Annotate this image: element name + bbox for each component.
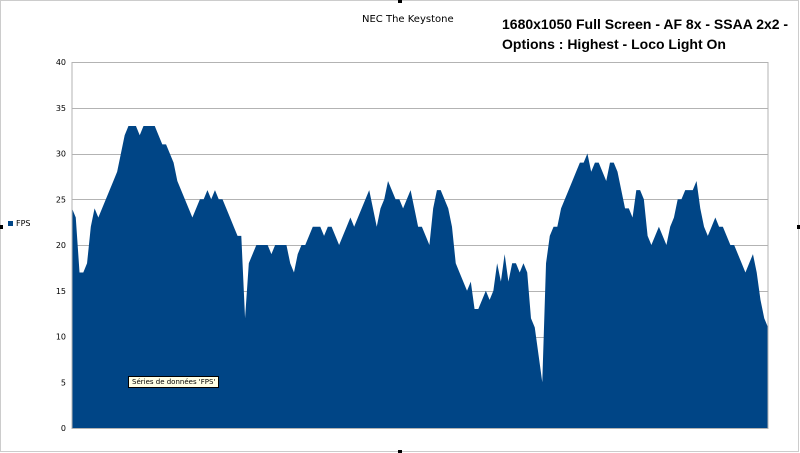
legend[interactable]: FPS [8, 219, 31, 228]
y-axis-ticks: 0 5 10 15 20 25 30 35 40 [56, 58, 66, 433]
y-tick-label-30: 30 [56, 150, 66, 159]
chart-handle-left[interactable] [0, 225, 3, 229]
y-tick-label-35: 35 [56, 104, 66, 113]
y-tick-label-40: 40 [56, 58, 66, 67]
fps-chart: 0 5 10 15 20 25 30 35 40 [0, 0, 800, 453]
y-tick-label-25: 25 [56, 195, 66, 204]
annotation-line-1: 1680x1050 Full Screen - AF 8x - SSAA 2x2… [502, 16, 789, 32]
chart-annotation: 1680x1050 Full Screen - AF 8x - SSAA 2x2… [502, 14, 792, 54]
y-tick-label-10: 10 [56, 333, 66, 342]
annotation-line-2: Options : Highest - Loco Light On [502, 36, 726, 52]
y-tick-label-20: 20 [56, 241, 66, 250]
chart-handle-top[interactable] [398, 0, 402, 3]
y-tick-label-5: 5 [61, 378, 66, 387]
legend-label: FPS [16, 219, 31, 228]
chart-title: NEC The Keystone [362, 14, 454, 25]
y-tick-label-0: 0 [61, 424, 66, 433]
y-tick-label-15: 15 [56, 287, 66, 296]
legend-swatch [8, 221, 13, 226]
series-tooltip: Séries de données 'FPS' [128, 376, 220, 388]
